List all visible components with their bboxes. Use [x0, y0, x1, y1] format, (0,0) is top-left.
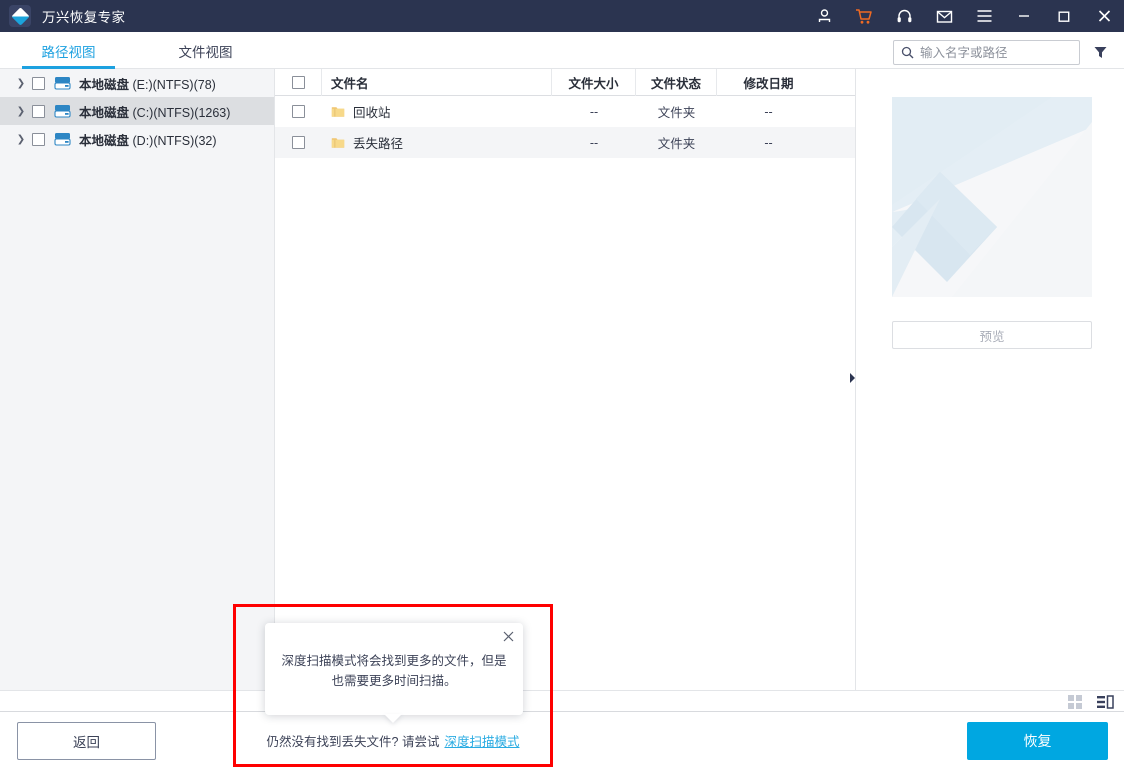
row-filesize-cell: --: [589, 104, 599, 119]
mail-icon[interactable]: [924, 0, 964, 32]
chevron-right-icon[interactable]: ❯: [14, 134, 28, 145]
column-header-filename[interactable]: 文件名: [322, 69, 552, 96]
tooltip-pointer: [384, 714, 402, 723]
filter-funnel-icon[interactable]: [1090, 42, 1110, 62]
menu-icon[interactable]: [964, 0, 1004, 32]
row-filesize-cell: --: [589, 135, 599, 150]
deep-scan-mode-link[interactable]: 深度扫描模式: [444, 731, 519, 750]
column-header-filesize[interactable]: 文件大小: [552, 69, 636, 96]
hard-disk-icon: [54, 132, 71, 146]
app-logo-icon: [9, 5, 31, 27]
file-name-label: 丢失路径: [353, 137, 404, 151]
disk-list-sidebar[interactable]: ❯ 本地磁盘 (E:)(NTFS)(78) ❯ 本地磁盘 (C:)(NTFS)(…: [0, 69, 275, 690]
maximize-icon[interactable]: [1044, 0, 1084, 32]
disk-row-c[interactable]: ❯ 本地磁盘 (C:)(NTFS)(1263): [0, 97, 274, 125]
file-name-label: 回收站: [353, 106, 391, 120]
folder-icon: [331, 105, 345, 118]
back-button-label: 返回: [73, 735, 100, 750]
preview-button-label: 预览: [979, 329, 1005, 344]
disk-row-d[interactable]: ❯ 本地磁盘 (D:)(NTFS)(32): [0, 125, 274, 153]
hard-disk-icon: [54, 104, 71, 118]
deep-scan-tooltip: 深度扫描模式将会找到更多的文件，但是也需要更多时间扫描。: [265, 623, 523, 723]
select-all-header[interactable]: [275, 69, 322, 96]
row-checkbox-cell[interactable]: [275, 127, 322, 158]
deep-scan-hint: 仍然没有找到丢失文件? 请尝试 深度扫描模式: [233, 729, 553, 751]
row-filename-cell[interactable]: 回收站: [322, 96, 552, 127]
tooltip-close-icon[interactable]: [499, 627, 517, 645]
disk-row-e[interactable]: ❯ 本地磁盘 (E:)(NTFS)(78): [0, 69, 274, 97]
preview-button[interactable]: 预览: [892, 321, 1092, 349]
support-headset-icon[interactable]: [884, 0, 924, 32]
disk-checkbox[interactable]: [32, 132, 45, 146]
row-filestatus-cell: 文件夹: [657, 137, 696, 151]
account-icon[interactable]: [804, 0, 844, 32]
recover-button[interactable]: 恢复: [967, 722, 1108, 760]
table-row[interactable]: 回收站 -- 文件夹 --: [275, 96, 855, 127]
row-filename-cell[interactable]: 丢失路径: [322, 127, 552, 158]
tab-file-view[interactable]: 文件视图: [137, 32, 274, 69]
cart-icon[interactable]: [844, 0, 884, 32]
table-row[interactable]: 丢失路径 -- 文件夹 --: [275, 127, 855, 158]
file-table-header: 文件名 文件大小 文件状态 修改日期: [275, 69, 855, 96]
select-all-checkbox[interactable]: [291, 75, 305, 89]
deep-scan-hint-text: 仍然没有找到丢失文件? 请尝试: [266, 734, 440, 749]
view-tabs: 路径视图 文件视图: [0, 32, 275, 69]
app-title: 万兴恢复专家: [42, 10, 126, 25]
row-modifieddate-cell: --: [764, 104, 773, 119]
file-list-pane: 文件名 文件大小 文件状态 修改日期 回收站 -- 文件夹 -- 丢失路径 --…: [275, 69, 856, 690]
image-placeholder-icon: [892, 97, 1092, 297]
chevron-right-icon[interactable]: ❯: [14, 78, 28, 89]
grid-view-icon[interactable]: [1066, 694, 1084, 710]
tab-path-view-label: 路径视图: [41, 44, 96, 60]
recover-button-label: 恢复: [1023, 733, 1052, 749]
list-view-icon[interactable]: [1096, 694, 1114, 710]
close-icon[interactable]: [1084, 0, 1124, 32]
view-toggle-bar: [0, 690, 1124, 712]
disk-label-c: 本地磁盘 (C:)(NTFS)(1263): [79, 105, 231, 120]
column-header-filestatus[interactable]: 文件状态: [636, 69, 717, 96]
row-filestatus-cell: 文件夹: [657, 106, 696, 120]
row-checkbox[interactable]: [292, 136, 305, 149]
row-modifieddate-cell: --: [764, 135, 773, 150]
disk-checkbox[interactable]: [32, 104, 45, 118]
row-checkbox[interactable]: [292, 105, 305, 118]
folder-icon: [331, 136, 345, 149]
tooltip-message: 深度扫描模式将会找到更多的文件，但是也需要更多时间扫描。: [281, 654, 507, 688]
disk-checkbox[interactable]: [32, 76, 45, 90]
disk-label-d: 本地磁盘 (D:)(NTFS)(32): [79, 133, 217, 148]
footer-bar: 返回 恢复: [0, 712, 1124, 769]
back-button[interactable]: 返回: [17, 722, 156, 760]
search-box[interactable]: [893, 40, 1080, 65]
search-input[interactable]: [920, 45, 1068, 60]
tab-path-view[interactable]: 路径视图: [0, 32, 137, 69]
minimize-icon[interactable]: [1004, 0, 1044, 32]
tab-file-view-label: 文件视图: [178, 44, 233, 60]
preview-panel: 预览: [856, 69, 1124, 690]
hard-disk-icon: [54, 76, 71, 90]
search-icon: [901, 46, 914, 59]
chevron-right-icon[interactable]: ❯: [14, 106, 28, 117]
application-window: 万兴恢复专家 路径视图 文件视图 输入名字或路径 ❯ 本地磁盘 (E:)(NTF…: [0, 0, 1124, 769]
window-controls: [804, 0, 1124, 32]
title-bar: 万兴恢复专家: [0, 0, 1124, 32]
disk-label-e: 本地磁盘 (E:)(NTFS)(78): [79, 77, 216, 92]
row-checkbox-cell[interactable]: [275, 96, 322, 127]
column-header-modifieddate[interactable]: 修改日期: [717, 69, 820, 96]
